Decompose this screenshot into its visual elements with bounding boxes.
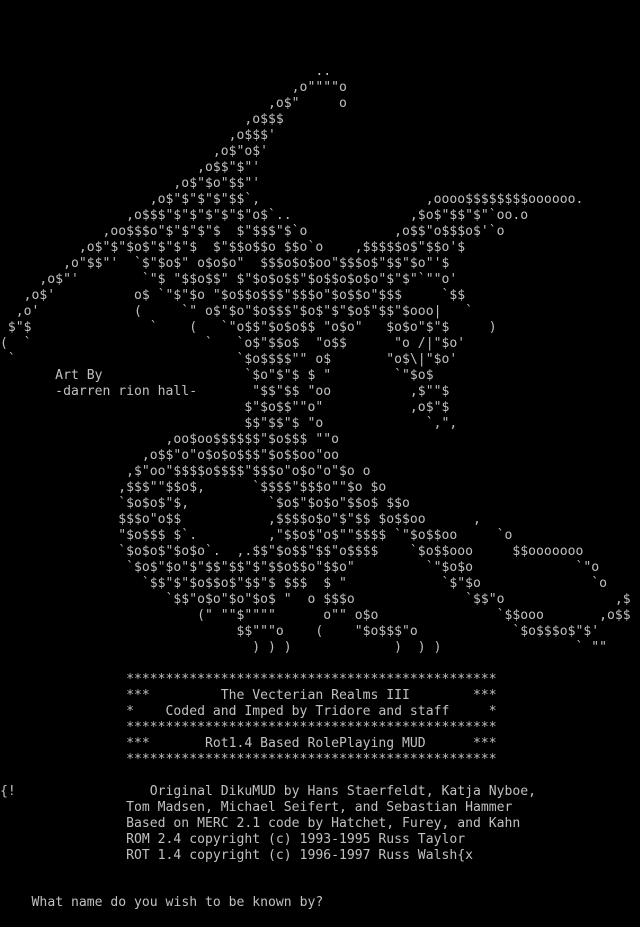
terminal-line-art: .. (0, 64, 332, 79)
terminal-line-art: `$$"$"$o$$o$"$$"$ $$$ $ " `$"$o `o (0, 576, 607, 591)
terminal-line-banner: ****************************************… (0, 720, 497, 735)
terminal-line-info: {! Original DikuMUD by Hans Staerfeldt, … (0, 784, 537, 799)
terminal-line-art: ,o$"$"$o$"$"$"$ $"$$o$$o $$o`o ,$$$$$o$"… (0, 240, 466, 255)
terminal-line-art: ` `$o$$$$"" o$ "o$\|"$o' (0, 352, 458, 367)
terminal-line-banner: ****************************************… (0, 752, 497, 767)
terminal-line-art: ,o"$$"' `$"$o$" o$o$o" $$$o$o$oo"$$$o$"$… (0, 256, 450, 271)
terminal-line-art: `$o$o$"$o$o`. ,.$$"$o$$"$$"o$$$$ `$o$$oo… (0, 544, 584, 559)
terminal-line-art: ,o$$$' (0, 128, 276, 143)
terminal-line-art: ,o$$$"$"$"$"$"$"o$`.. ,$o$"$$"$"`oo.o (0, 208, 529, 223)
terminal-line-art: ,oo$$$o"$"$"$"$ $"$$$"$`o ,o$$"o$$$o$'`o (0, 224, 505, 239)
terminal-line-banner: *** Rot1.4 Based RolePlaying MUD *** (0, 736, 497, 751)
terminal-line-art: $$$o"o$$ ,$$$$o$o"$"$$ $o$$oo , (0, 512, 481, 527)
terminal-line-credit: Art By `$o"$"$ $ " `"$o$ (0, 368, 434, 383)
terminal-line-art: (" ""$"""" o"" o$o `$$ooo ,o$$ (0, 608, 631, 623)
terminal-output: .. ,o""""o ,o$" o ,o$$$ ,o$$$' ,o$"o$' ,… (0, 64, 631, 864)
terminal-line-art: ,o$$$ (0, 112, 284, 127)
terminal-line-art: ,o$"' `"$ "$$o$$" $"$o$o$$"$o$$o$o$o"$"$… (0, 272, 458, 287)
terminal-line-art: ,o' ( `" o$"$o"$o$$$"$o$"$"$o$"$$"$ooo| … (0, 304, 473, 319)
terminal-line-art: `$$"o$o"$o"$o$ " o $$$o `$$"o ,$ (0, 592, 631, 607)
login-prompt-row[interactable]: What name do you wish to be known by? (0, 878, 331, 910)
terminal-line-art: $$"$$"$ "o `,", (0, 416, 458, 431)
terminal-line-art: `$o$"$o"$"$$"$$"$"$$o$$o"$$o" `"$o$o `"o (0, 560, 600, 575)
terminal-line-art: `$o$o$"$, `$o$"$o$o"$$o$ $$o (0, 496, 410, 511)
terminal-line-art: ,oo$oo$$$$$$"$o$$$ ""o (0, 432, 339, 447)
terminal-line-info: Based on MERC 2.1 code by Hatchet, Furey… (0, 816, 521, 831)
terminal-line-art: ,o$"o$' (0, 144, 269, 159)
terminal-line-banner: * Coded and Imped by Tridore and staff * (0, 704, 497, 719)
terminal-line-art: ( ` ` `o$"$$o$ "o$$ "o /|"$o' (0, 336, 466, 351)
terminal-line-art: ,o$$"o"o$o$o$$$"$o$$oo"oo (0, 448, 339, 463)
terminal-line-info: ROT 1.4 copyright (c) 1996-1997 Russ Wal… (0, 848, 473, 863)
terminal-line-banner: ****************************************… (0, 672, 497, 687)
terminal-line-art: ,o$" o (0, 96, 347, 111)
terminal-line-art: $"$ ` ( `"o$$"$o$o$$ "o$o" $o$o"$"$ ) (0, 320, 497, 335)
terminal-line-art: $$"""o ( "$o$$$"o `$o$$$o$"$' (0, 624, 600, 639)
terminal-line-info: Tom Madsen, Michael Seifert, and Sebasti… (0, 800, 513, 815)
name-prompt: What name do you wish to be known by? (31, 895, 324, 910)
terminal-line-art: ,$"oo"$$$$o$$$$"$$$o"o$o"o"$o o (0, 464, 371, 479)
terminal-line-art: ,o$$"$"' (0, 160, 261, 175)
terminal-line-art: ,o$"$"$"$"$$`, ,oooo$$$$$$$$oooooo. (0, 192, 584, 207)
terminal-line-art: ,o$' o$ `"$"$o "$o$$o$$$"$$$o"$o$$o"$$$ … (0, 288, 466, 303)
terminal-line-art: ) ) ) ) ) ) ` "" (0, 640, 607, 655)
terminal-window[interactable]: .. ,o""""o ,o$" o ,o$$$ ,o$$$' ,o$"o$' ,… (0, 0, 640, 910)
terminal-line-art: ,o$"$o"$$"' (0, 176, 261, 191)
cursor-icon (323, 894, 331, 908)
terminal-line-art: ,o""""o (0, 80, 347, 95)
terminal-line-art: ,$$$""$$o$, `$$$$"$$$o""$o $o (0, 480, 387, 495)
terminal-line-art: $"$o$$""o" ,o$"$ (0, 400, 450, 415)
terminal-line-art: "$o$$$ $`. ,"$$o$"o$""$$$$ `"$o$$oo `o (0, 528, 513, 543)
terminal-line-info: ROM 2.4 copyright (c) 1993-1995 Russ Tay… (0, 832, 466, 847)
terminal-line-credit: -darren rion hall- "$$"$$ "oo ,$""$ (0, 384, 450, 399)
terminal-line-banner: *** The Vecterian Realms III *** (0, 688, 497, 703)
